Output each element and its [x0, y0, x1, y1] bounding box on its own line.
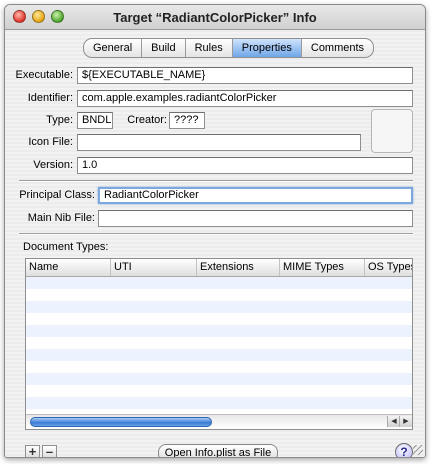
table-row[interactable]: [26, 397, 412, 409]
resize-grip-icon[interactable]: [413, 445, 423, 455]
table-row[interactable]: [26, 361, 412, 373]
main-nib-field[interactable]: [98, 210, 413, 227]
principal-class-field[interactable]: RadiantColorPicker: [98, 187, 413, 204]
window-content: General Build Rules Properties Comments …: [5, 30, 425, 457]
tab-bar: General Build Rules Properties Comments: [83, 38, 375, 58]
tab-general[interactable]: General: [84, 39, 143, 57]
tab-properties[interactable]: Properties: [232, 39, 302, 57]
icon-well[interactable]: [371, 109, 413, 153]
table-row[interactable]: [26, 337, 412, 349]
table-row[interactable]: [26, 325, 412, 337]
table-row[interactable]: [26, 289, 412, 301]
table-row[interactable]: [26, 373, 412, 385]
table-row[interactable]: [26, 385, 412, 397]
table-body: [26, 277, 412, 413]
divider: [19, 180, 413, 182]
table-row[interactable]: [26, 349, 412, 361]
title-bar[interactable]: Target “RadiantColorPicker” Info: [5, 5, 425, 30]
icon-file-field[interactable]: [77, 134, 361, 151]
creator-field[interactable]: ????: [169, 112, 205, 129]
type-label: Type:: [46, 114, 73, 126]
identifier-field[interactable]: com.apple.examples.radiantColorPicker: [77, 90, 413, 107]
column-header-mime-types[interactable]: MIME Types: [280, 259, 365, 276]
document-types-label: Document Types:: [23, 241, 109, 253]
creator-label: Creator:: [127, 114, 167, 126]
divider: [19, 233, 413, 235]
add-document-type-button[interactable]: +: [25, 445, 40, 457]
column-header-name[interactable]: Name: [26, 259, 111, 276]
open-info-plist-button[interactable]: Open Info.plist as File: [158, 444, 278, 457]
window-title: Target “RadiantColorPicker” Info: [113, 10, 317, 25]
executable-field[interactable]: ${EXECUTABLE_NAME}: [77, 67, 413, 84]
version-label: Version:: [33, 159, 73, 171]
scroll-right-icon[interactable]: ▶: [399, 416, 412, 427]
main-nib-label: Main Nib File:: [27, 212, 95, 224]
column-header-extensions[interactable]: Extensions: [197, 259, 280, 276]
horizontal-scrollbar[interactable]: ◀ ▶: [26, 414, 412, 429]
table-row[interactable]: [26, 277, 412, 289]
icon-file-label: Icon File:: [28, 136, 73, 148]
column-header-os-types[interactable]: OS Types: [365, 259, 412, 276]
principal-class-label: Principal Class:: [19, 189, 95, 201]
tab-rules[interactable]: Rules: [186, 39, 233, 57]
table-row[interactable]: [26, 301, 412, 313]
info-window: Target “RadiantColorPicker” Info General…: [4, 4, 426, 458]
table-header: Name UTI Extensions MIME Types OS Types: [26, 259, 412, 277]
identifier-label: Identifier:: [27, 92, 73, 104]
version-field[interactable]: 1.0: [77, 157, 413, 174]
scroll-thumb[interactable]: [30, 417, 212, 427]
help-icon[interactable]: ?: [395, 443, 413, 457]
document-types-table[interactable]: Name UTI Extensions MIME Types OS Types …: [25, 258, 413, 430]
table-row[interactable]: [26, 313, 412, 325]
column-header-uti[interactable]: UTI: [111, 259, 197, 276]
tab-build[interactable]: Build: [142, 39, 186, 57]
tab-comments[interactable]: Comments: [302, 39, 373, 57]
executable-label: Executable:: [15, 69, 73, 81]
remove-document-type-button[interactable]: –: [42, 445, 57, 457]
type-field[interactable]: BNDL: [77, 112, 113, 129]
